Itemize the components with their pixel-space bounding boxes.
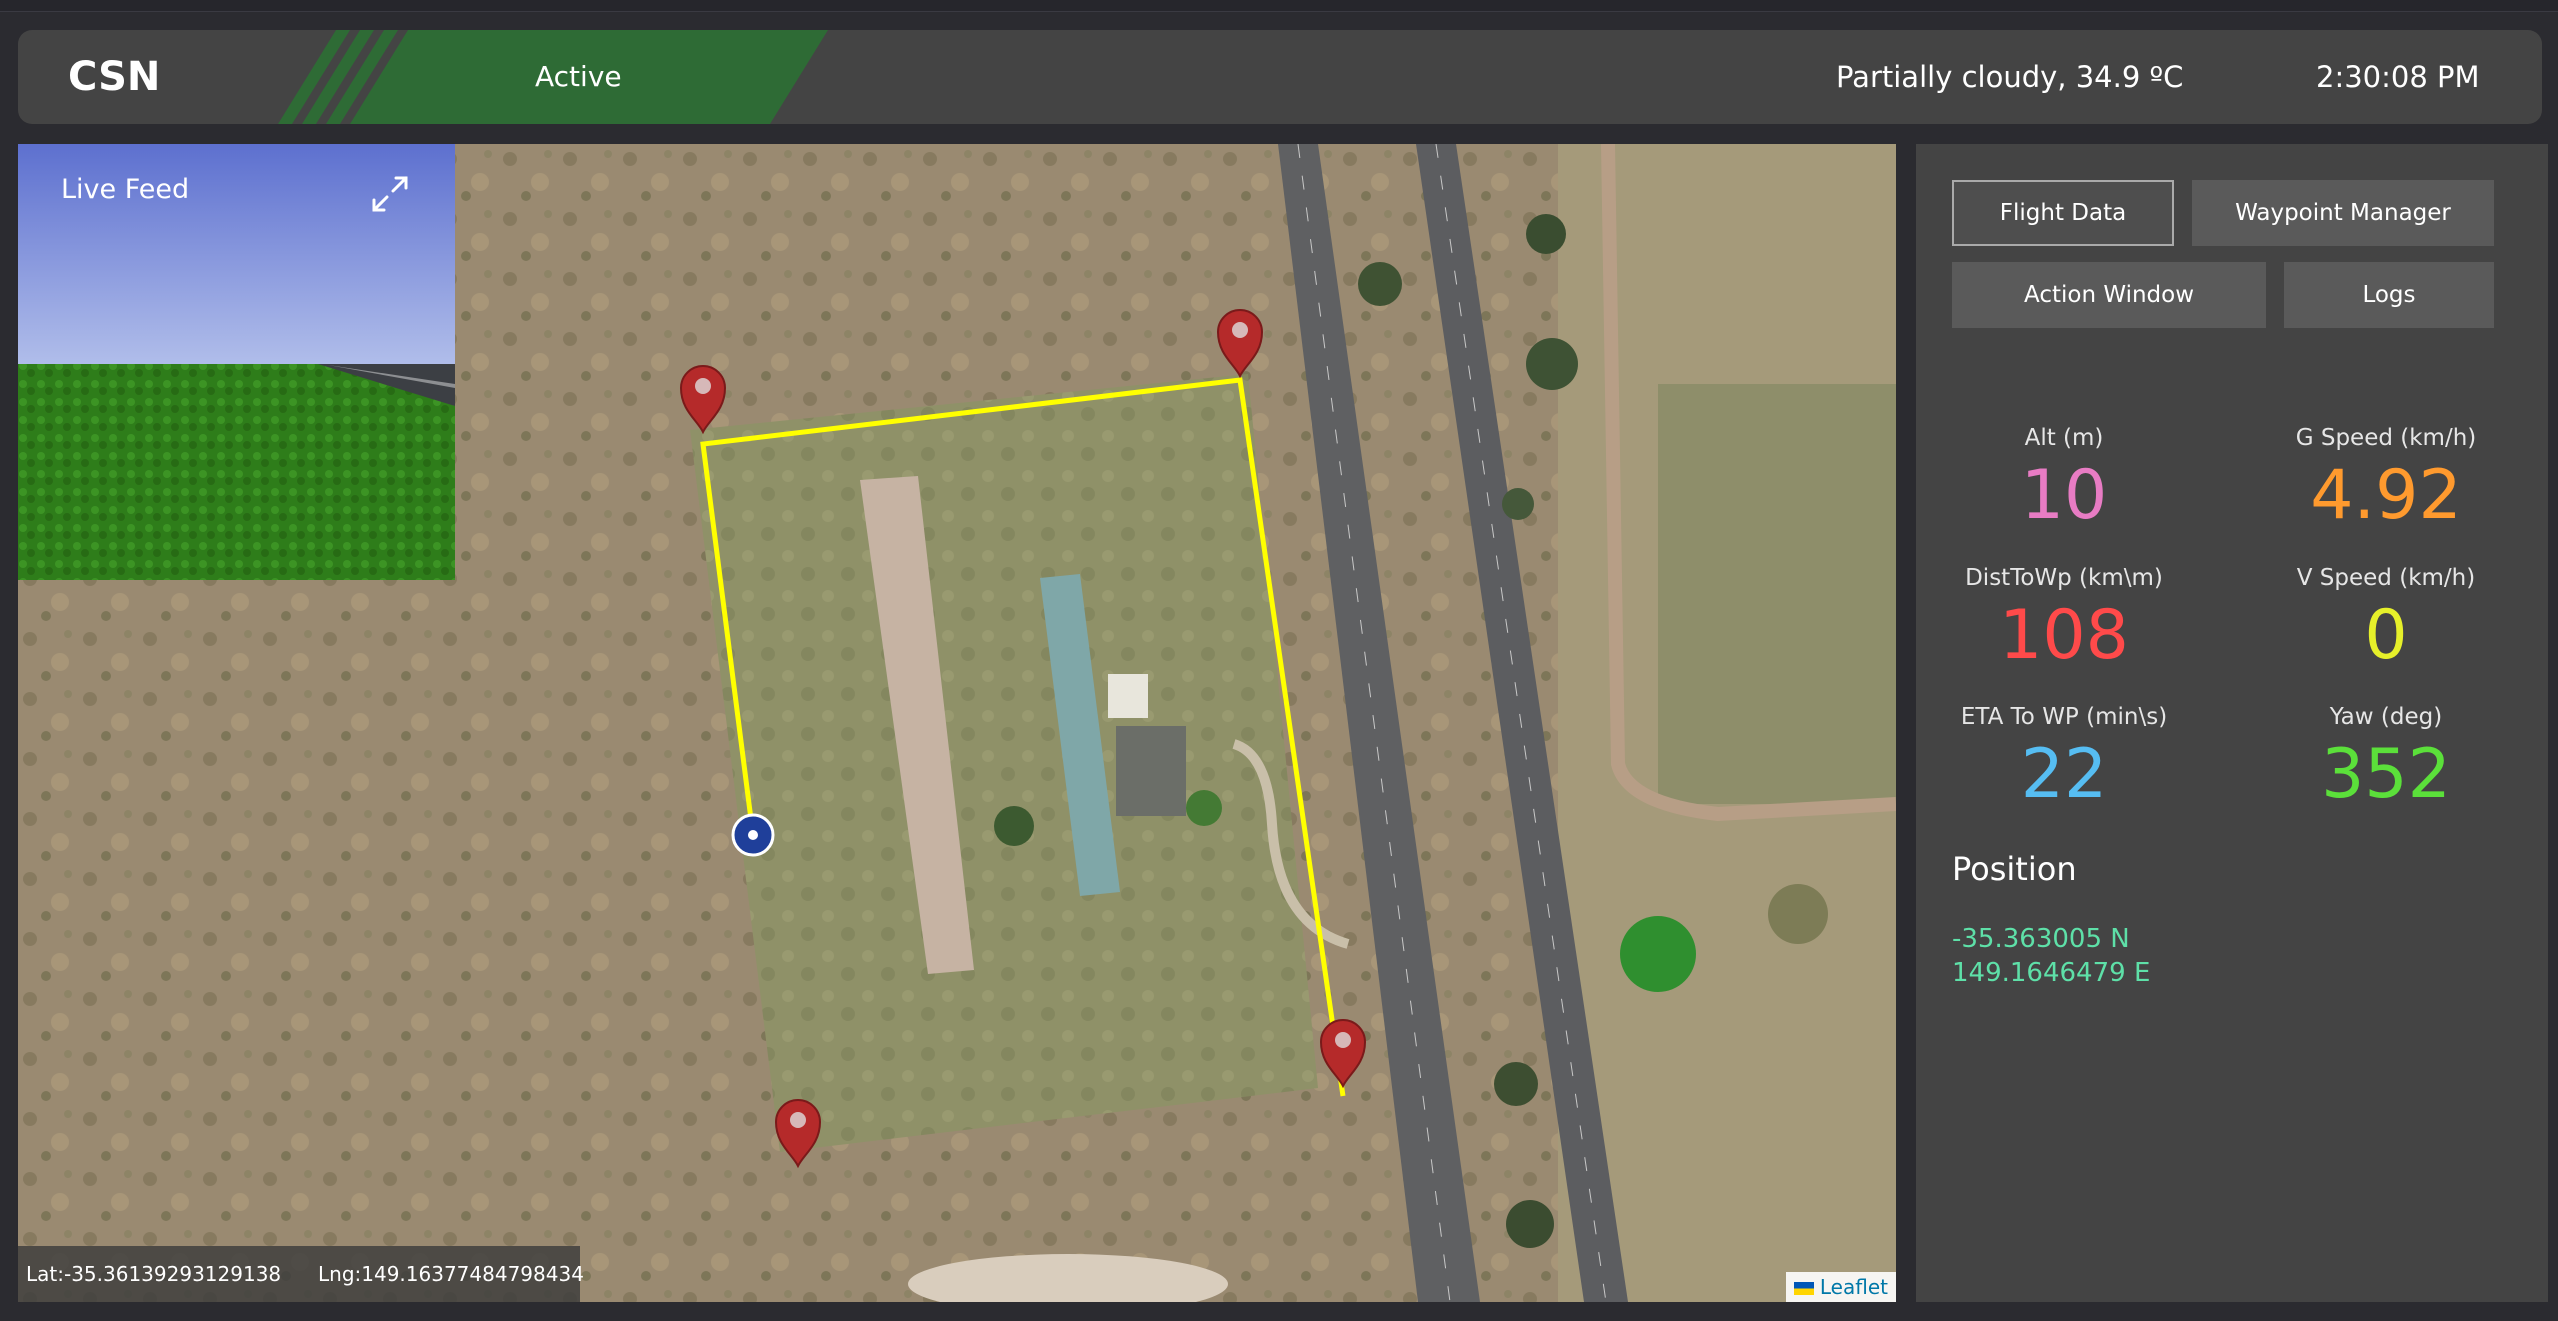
- stat-value: 0: [2364, 596, 2408, 675]
- stat-vertical-speed: V Speed (km/h) 0: [2236, 562, 2536, 678]
- stat-value: 22: [2020, 735, 2108, 814]
- cursor-lng: Lng:149.16377484798434: [318, 1262, 584, 1286]
- brand-logo: CSN: [68, 54, 161, 100]
- stat-label: ETA To WP (min\s): [1960, 704, 2168, 730]
- stat-dist-to-wp: DistToWp (km\m) 108: [1914, 562, 2214, 678]
- status-text: Active: [535, 60, 622, 93]
- cursor-lat: Lat:-35.36139293129138: [26, 1262, 282, 1286]
- stat-label: G Speed (km/h): [2295, 425, 2477, 451]
- clock: 2:30:08 PM: [2316, 60, 2480, 94]
- waypoint-marker-icon[interactable]: [1216, 309, 1264, 379]
- header-bar: CSN Active Partially cloudy, 34.9 ºC 2:3…: [18, 30, 2542, 124]
- tab-action-window[interactable]: Action Window: [1952, 262, 2266, 328]
- waypoint-marker-icon[interactable]: [1319, 1019, 1367, 1089]
- waypoint-marker-icon[interactable]: [679, 365, 727, 435]
- leaflet-link[interactable]: Leaflet: [1820, 1275, 1888, 1299]
- position-lng: 149.1646479 E: [1952, 958, 2151, 988]
- stat-label: Yaw (deg): [2329, 704, 2443, 730]
- stat-altitude: Alt (m) 10: [1914, 422, 2214, 538]
- stat-label: V Speed (km/h): [2296, 565, 2476, 591]
- side-panel: Flight Data Waypoint Manager Action Wind…: [1916, 144, 2548, 1302]
- live-feed-panel[interactable]: Live Feed: [18, 144, 455, 580]
- tab-waypoint-manager[interactable]: Waypoint Manager: [2192, 180, 2494, 246]
- position-title: Position: [1952, 850, 2077, 888]
- tab-flight-data[interactable]: Flight Data: [1952, 180, 2174, 246]
- waypoint-marker-icon[interactable]: [774, 1099, 822, 1169]
- map-attribution[interactable]: Leaflet: [1785, 1272, 1896, 1302]
- stat-value: 108: [1999, 596, 2129, 675]
- stat-label: DistToWp (km\m): [1965, 565, 2163, 591]
- tab-logs[interactable]: Logs: [2284, 262, 2494, 328]
- ukraine-flag-icon: [1793, 1282, 1814, 1295]
- window-top-strip: [0, 0, 2558, 12]
- cursor-coordinates: Lat:-35.36139293129138 Lng:149.163774847…: [18, 1246, 584, 1302]
- live-feed-title: Live Feed: [61, 174, 190, 205]
- stat-value: 352: [2321, 735, 2451, 814]
- stat-label: Alt (m): [2024, 425, 2104, 451]
- stat-value: 4.92: [2310, 456, 2462, 535]
- vehicle-position-icon[interactable]: [731, 813, 775, 857]
- position-lat: -35.363005 N: [1952, 924, 2130, 954]
- stat-ground-speed: G Speed (km/h) 4.92: [2236, 422, 2536, 538]
- map-view[interactable]: Live Feed Lat:-35.36139293129138 Lng:149…: [18, 144, 1896, 1302]
- weather-readout: Partially cloudy, 34.9 ºC: [1836, 60, 2184, 94]
- stat-yaw: Yaw (deg) 352: [2236, 701, 2536, 817]
- stat-eta: ETA To WP (min\s) 22: [1914, 701, 2214, 817]
- expand-arrows-icon[interactable]: [370, 174, 410, 214]
- stat-value: 10: [2020, 456, 2108, 535]
